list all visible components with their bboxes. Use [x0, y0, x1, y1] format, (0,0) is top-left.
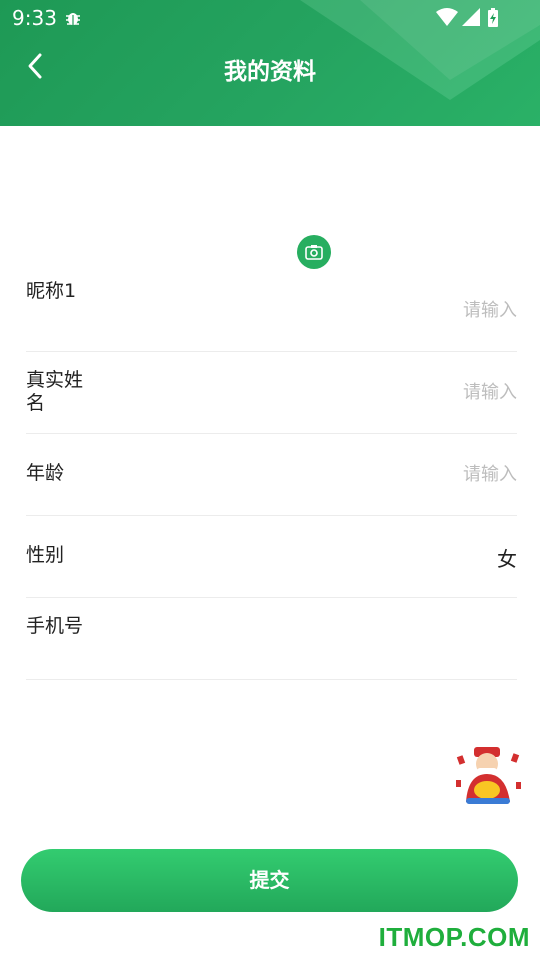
signal-icon [462, 8, 480, 26]
page-title: 我的资料 [224, 59, 316, 85]
header-bar: 9:33 我的资料 [0, 0, 540, 126]
form-row-age[interactable]: 年龄 请输入 [26, 433, 517, 516]
phone-label: 手机号 [26, 615, 84, 637]
battery-icon [488, 8, 498, 27]
watermark-text: ITMOP.COM [378, 922, 530, 952]
gender-value[interactable]: 女 [497, 543, 517, 572]
wifi-icon [436, 8, 458, 26]
status-icons [436, 7, 500, 33]
status-time: 9:33 [12, 6, 57, 30]
real-name-input[interactable]: 请输入 [463, 378, 517, 404]
mascot-icon [456, 747, 521, 804]
nickname-input[interactable]: 请输入 [463, 296, 517, 322]
real-name-label: 真实姓名 [26, 369, 84, 414]
camera-icon [305, 245, 323, 260]
status-bar: 9:33 [0, 0, 540, 36]
age-input[interactable]: 请输入 [463, 460, 517, 486]
nickname-label: 昵称1 [26, 280, 77, 302]
form-row-phone[interactable]: 手机号 [26, 597, 517, 680]
bug-icon [64, 9, 82, 31]
avatar-upload-button[interactable] [297, 235, 331, 269]
form-row-gender[interactable]: 性别 女 [26, 515, 517, 598]
age-label: 年龄 [26, 462, 65, 484]
gender-label: 性别 [26, 544, 65, 566]
form-row-nickname[interactable]: 昵称1 请输入 [26, 269, 517, 352]
form-row-real-name[interactable]: 真实姓名 请输入 [26, 351, 517, 434]
submit-button[interactable]: 提交 [21, 849, 518, 912]
floating-mascot[interactable] [452, 744, 526, 806]
